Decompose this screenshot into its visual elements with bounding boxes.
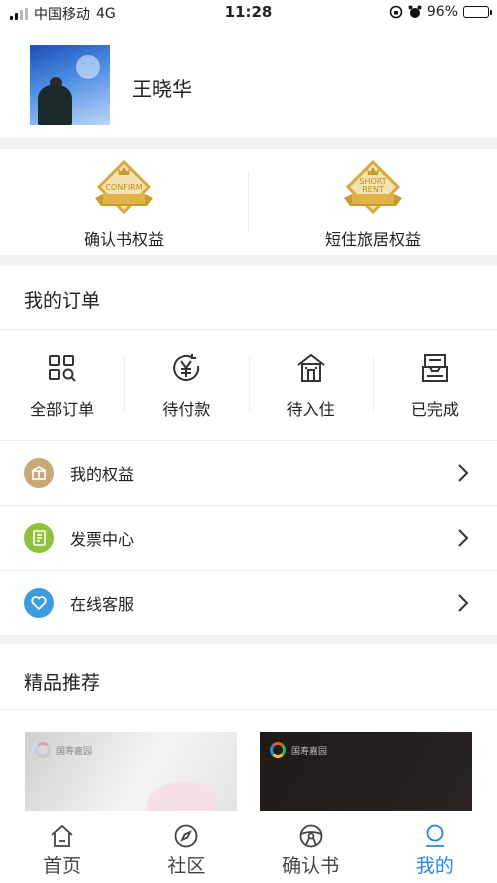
battery-percent: 96% bbox=[426, 4, 458, 20]
menu-item-invoice[interactable]: 发票中心 bbox=[0, 505, 497, 570]
rotation-lock-icon bbox=[389, 5, 403, 19]
order-all-button[interactable]: 全部订单 bbox=[0, 330, 124, 440]
battery-icon bbox=[463, 6, 492, 18]
benefits-icon bbox=[24, 458, 54, 488]
order-pending-checkin-label: 待入住 bbox=[286, 400, 335, 419]
yen-icon bbox=[173, 354, 200, 381]
avatar[interactable] bbox=[30, 45, 110, 125]
profile-header[interactable]: 王晓华 bbox=[0, 24, 497, 138]
confirm-badge-icon: CONFIRM bbox=[95, 159, 153, 215]
chevron-right-icon bbox=[458, 464, 469, 482]
home-icon bbox=[51, 824, 73, 847]
tab-confirmation-label: 确认书 bbox=[282, 855, 340, 877]
orders-section: 我的订单 全部订单 待付款 待入住 已完成 bbox=[0, 266, 497, 440]
chevron-right-icon bbox=[458, 529, 469, 547]
benefits-panel: CONFIRM 确认书权益 SHORT RENT 短住旅居权益 bbox=[0, 149, 497, 255]
invoice-icon bbox=[24, 523, 54, 553]
order-completed-button[interactable]: 已完成 bbox=[372, 330, 497, 440]
menu-list: 我的权益 发票中心 在线客服 bbox=[0, 440, 497, 635]
order-completed-label: 已完成 bbox=[410, 400, 459, 419]
tab-home-label: 首页 bbox=[43, 855, 82, 877]
benefit-confirm[interactable]: CONFIRM 确认书权益 bbox=[0, 149, 248, 255]
tab-confirmation[interactable]: 确认书 bbox=[249, 811, 373, 883]
benefit-short-rent-label: 短住旅居权益 bbox=[324, 230, 421, 249]
tab-mine[interactable]: 我的 bbox=[373, 811, 497, 883]
tab-community-label: 社区 bbox=[167, 855, 206, 877]
tab-home[interactable]: 首页 bbox=[0, 811, 124, 883]
house-icon bbox=[297, 353, 325, 382]
confirm-badge-text: CONFIRM bbox=[105, 183, 142, 192]
card-logo: 国寿嘉园 bbox=[35, 742, 92, 758]
orders-title: 我的订单 bbox=[24, 290, 101, 312]
menu-label-online-service: 在线客服 bbox=[70, 595, 135, 614]
card-logo-text: 国寿嘉园 bbox=[56, 746, 93, 757]
menu-label-invoice: 发票中心 bbox=[70, 530, 135, 549]
benefit-short-rent[interactable]: SHORT RENT 短住旅居权益 bbox=[249, 149, 497, 255]
profile-icon bbox=[425, 824, 444, 847]
chevron-right-icon bbox=[458, 594, 469, 612]
grid-search-icon bbox=[49, 355, 76, 382]
short-rent-badge-text-2: RENT bbox=[362, 185, 384, 194]
user-name: 王晓华 bbox=[132, 77, 192, 101]
menu-label-benefits: 我的权益 bbox=[70, 465, 135, 484]
menu-item-benefits[interactable]: 我的权益 bbox=[0, 440, 497, 505]
compass-icon bbox=[174, 824, 198, 848]
logo-icon bbox=[270, 742, 286, 758]
card-logo: 国寿嘉园 bbox=[270, 742, 327, 758]
order-pending-payment-button[interactable]: 待付款 bbox=[124, 330, 248, 440]
order-pending-checkin-button[interactable]: 待入住 bbox=[248, 330, 373, 440]
status-right: 96% bbox=[389, 4, 492, 20]
tab-bar: 首页 社区 确认书 我的 bbox=[0, 811, 497, 883]
heart-icon bbox=[24, 588, 54, 618]
short-rent-badge-icon: SHORT RENT bbox=[344, 159, 402, 215]
status-bar: 中国移动 4G 11:28 96% bbox=[0, 0, 497, 24]
divider bbox=[0, 709, 497, 710]
tab-community[interactable]: 社区 bbox=[124, 811, 248, 883]
benefit-confirm-label: 确认书权益 bbox=[83, 230, 164, 249]
order-status-row: 全部订单 待付款 待入住 已完成 bbox=[0, 330, 497, 440]
recommend-card[interactable]: 国寿嘉园 bbox=[260, 732, 472, 822]
steering-wheel-icon bbox=[299, 824, 323, 848]
menu-item-online-service[interactable]: 在线客服 bbox=[0, 570, 497, 635]
order-pending-payment-label: 待付款 bbox=[162, 400, 211, 419]
logo-icon bbox=[35, 742, 51, 758]
inbox-icon bbox=[421, 354, 448, 382]
card-logo-text: 国寿嘉园 bbox=[291, 746, 328, 757]
order-all-label: 全部订单 bbox=[30, 400, 95, 419]
recommend-title: 精品推荐 bbox=[24, 672, 101, 694]
alarm-icon bbox=[408, 5, 422, 18]
tab-mine-label: 我的 bbox=[415, 855, 454, 877]
recommend-card[interactable]: 国寿嘉园 bbox=[25, 732, 237, 822]
